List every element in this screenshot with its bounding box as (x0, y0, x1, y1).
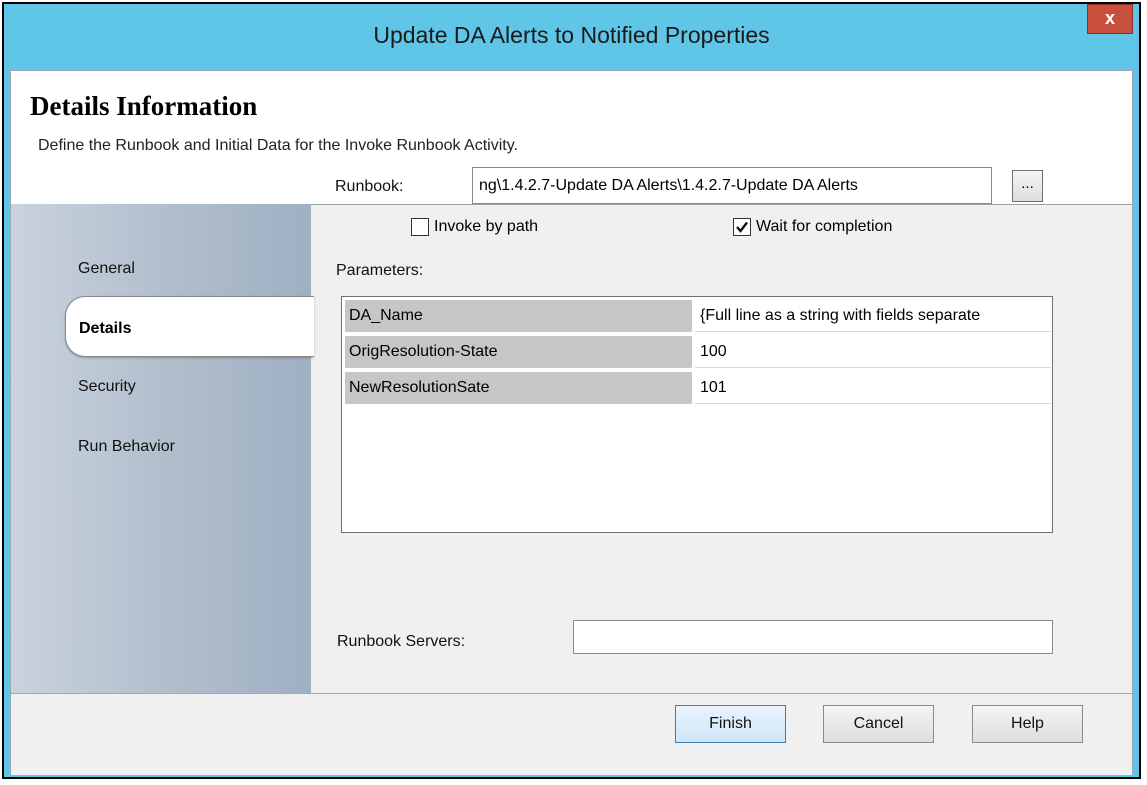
dialog-footer (11, 693, 1132, 775)
nav-item-details[interactable]: Details (65, 296, 314, 357)
title-bar[interactable]: Update DA Alerts to Notified Properties … (4, 4, 1139, 70)
nav-item-details-label: Details (79, 320, 132, 337)
runbook-servers-label: Runbook Servers: (337, 633, 466, 650)
invoke-by-path-label: Invoke by path (434, 218, 539, 235)
dialog-window: Update DA Alerts to Notified Properties … (2, 2, 1141, 779)
cancel-button[interactable]: Cancel (823, 705, 934, 743)
runbook-field[interactable]: ng\1.4.2.7-Update DA Alerts\1.4.2.7-Upda… (472, 167, 992, 204)
page-title: Details Information (30, 91, 258, 121)
wait-for-completion-box[interactable] (733, 218, 751, 236)
sidebar-nav: General Details Security Run Behavior (11, 204, 314, 693)
nav-item-run-behavior[interactable]: Run Behavior (78, 438, 175, 456)
checkmark-icon (736, 221, 748, 233)
parameter-name: OrigResolution-State (345, 336, 692, 368)
page-subtitle: Define the Runbook and Initial Data for … (38, 137, 518, 154)
parameters-grid[interactable]: DA_Name {Full line as a string with fiel… (341, 296, 1053, 533)
runbook-label: Runbook: (335, 178, 404, 195)
parameter-value[interactable]: {Full line as a string with fields separ… (695, 300, 1051, 332)
browse-runbook-button[interactable]: ... (1012, 170, 1043, 202)
nav-item-security[interactable]: Security (78, 378, 136, 396)
close-button[interactable]: x (1087, 4, 1133, 34)
parameters-label: Parameters: (336, 262, 424, 279)
parameter-name: NewResolutionSate (345, 372, 692, 404)
wait-for-completion-checkbox[interactable]: Wait for completion (733, 218, 892, 236)
table-row[interactable]: DA_Name {Full line as a string with fiel… (342, 297, 1052, 335)
invoke-by-path-box[interactable] (411, 218, 429, 236)
runbook-servers-field[interactable] (573, 620, 1053, 654)
parameter-value[interactable]: 100 (695, 336, 1051, 368)
window-title: Update DA Alerts to Notified Properties (373, 22, 770, 48)
parameter-value[interactable]: 101 (695, 372, 1051, 404)
finish-button[interactable]: Finish (675, 705, 786, 743)
nav-item-general[interactable]: General (78, 260, 135, 278)
parameter-name: DA_Name (345, 300, 692, 332)
wait-for-completion-label: Wait for completion (756, 218, 893, 235)
invoke-by-path-checkbox[interactable]: Invoke by path (411, 218, 538, 236)
table-row[interactable]: NewResolutionSate 101 (342, 369, 1052, 407)
table-row[interactable]: OrigResolution-State 100 (342, 333, 1052, 371)
help-button[interactable]: Help (972, 705, 1083, 743)
